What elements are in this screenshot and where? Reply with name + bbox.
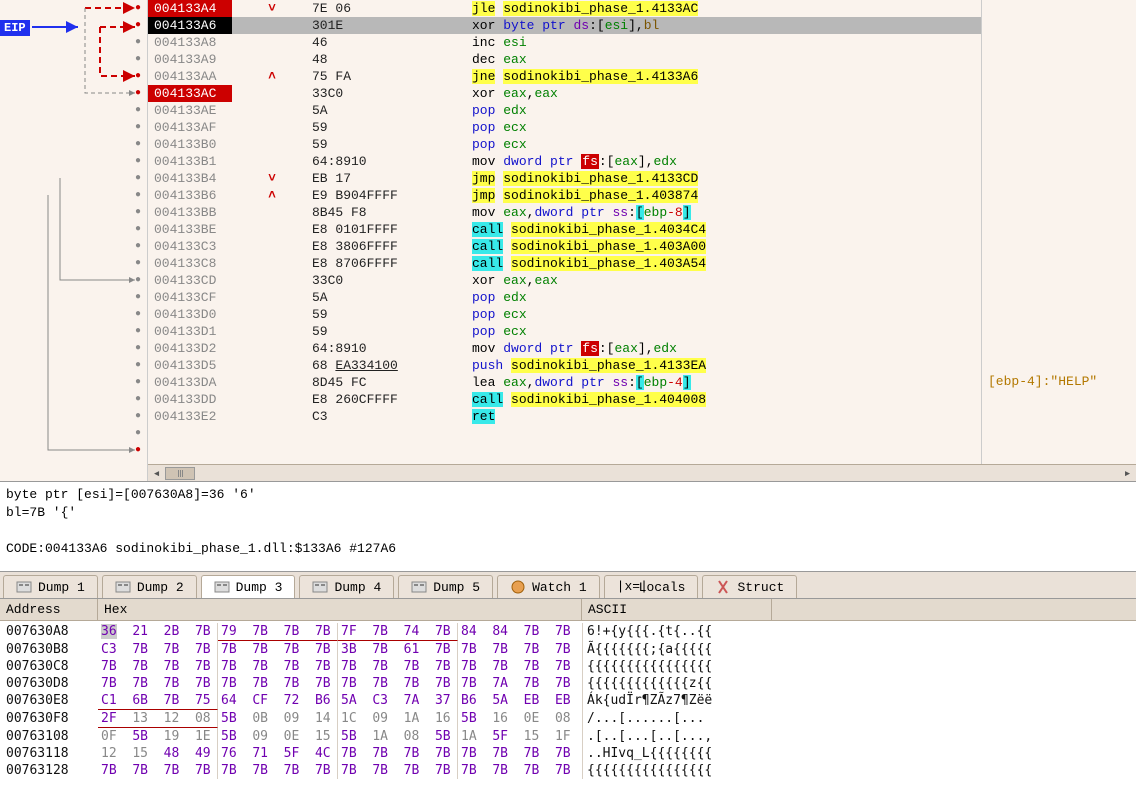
dump-icon xyxy=(115,579,131,595)
comment-column: [ebp-4]:"HELP" xyxy=(981,0,1136,481)
dump-header-address[interactable]: Address xyxy=(0,599,98,620)
cfg-gutter: EIP ●●●●●●●●●●●●●●●●●●●●●●●●●●● xyxy=(0,0,148,481)
disasm-row[interactable]: 004133D568 EA334100push sodinokibi_phase… xyxy=(148,357,981,374)
disasm-row[interactable]: 004133AE5Apop edx xyxy=(148,102,981,119)
disasm-row[interactable]: 004133CD33C0xor eax,eax xyxy=(148,272,981,289)
dump-row[interactable]: 007630E8C1 6B 7B 7564 CF 72 B65A C3 7A 3… xyxy=(0,692,1136,710)
horizontal-scrollbar[interactable]: ◂ ▸ xyxy=(148,464,1136,481)
tab-dump5[interactable]: Dump 5 xyxy=(398,575,493,598)
disasm-row[interactable]: 004133E2C3ret xyxy=(148,408,981,425)
watch-icon xyxy=(510,579,526,595)
dump-icon xyxy=(214,579,230,595)
disasm-row[interactable]: 004133BEE8 0101FFFFcall sodinokibi_phase… xyxy=(148,221,981,238)
disasm-row[interactable]: 004133AF59pop ecx xyxy=(148,119,981,136)
dump-row[interactable]: 007630A836 21 2B 7B79 7B 7B 7B7F 7B 74 7… xyxy=(0,623,1136,641)
dump-tabs: Dump 1Dump 2Dump 3Dump 4Dump 5Watch 1|x=… xyxy=(0,572,1136,599)
dump-header-ascii[interactable]: ASCII xyxy=(582,599,772,620)
disasm-row[interactable]: 004133C3E8 3806FFFFcall sodinokibi_phase… xyxy=(148,238,981,255)
disasm-row[interactable]: 004133D159pop ecx xyxy=(148,323,981,340)
dump-row[interactable]: 007630D87B 7B 7B 7B7B 7B 7B 7B7B 7B 7B 7… xyxy=(0,675,1136,692)
cfg-arrows xyxy=(0,0,147,481)
dump-row[interactable]: 007631080F 5B 19 1E5B 09 0E 155B 1A 08 5… xyxy=(0,728,1136,745)
dump-header-hex[interactable]: Hex xyxy=(98,599,582,620)
scroll-thumb[interactable] xyxy=(165,467,195,480)
tab-dump4[interactable]: Dump 4 xyxy=(299,575,394,598)
dump-row[interactable]: 007631287B 7B 7B 7B7B 7B 7B 7B7B 7B 7B 7… xyxy=(0,762,1136,779)
tab-locals[interactable]: |x=|Locals xyxy=(604,575,699,598)
disasm-row[interactable]: 004133CF5Apop edx xyxy=(148,289,981,306)
info-panel: byte ptr [esi]=[007630A8]=36 '6' bl=7B '… xyxy=(0,482,1136,572)
tab-dump3[interactable]: Dump 3 xyxy=(201,575,296,598)
disasm-row[interactable]: 004133DDE8 260CFFFFcall sodinokibi_phase… xyxy=(148,391,981,408)
dump-icon xyxy=(16,579,32,595)
disasm-row[interactable]: 004133B164:8910mov dword ptr fs:[eax],ed… xyxy=(148,153,981,170)
disasm-row[interactable]: 004133AC33C0xor eax,eax xyxy=(148,85,981,102)
dump-row[interactable]: 007630C87B 7B 7B 7B7B 7B 7B 7B7B 7B 7B 7… xyxy=(0,658,1136,675)
disasm-row[interactable]: 004133D059pop ecx xyxy=(148,306,981,323)
tab-struct[interactable]: Struct xyxy=(702,575,797,598)
disasm-row[interactable]: 004133A948dec eax xyxy=(148,51,981,68)
struct-icon xyxy=(715,579,731,595)
disasm-row[interactable]: 004133B4˅EB 17jmp sodinokibi_phase_1.413… xyxy=(148,170,981,187)
scroll-left-icon[interactable]: ◂ xyxy=(148,466,165,481)
dump-panel[interactable]: Address Hex ASCII 007630A836 21 2B 7B79 … xyxy=(0,599,1136,807)
disasm-row[interactable]: 004133B6˄E9 B904FFFFjmp sodinokibi_phase… xyxy=(148,187,981,204)
dump-icon xyxy=(312,579,328,595)
dump-icon xyxy=(411,579,427,595)
disasm-row[interactable]: 004133B059pop ecx xyxy=(148,136,981,153)
tab-dump1[interactable]: Dump 1 xyxy=(3,575,98,598)
tab-watch1[interactable]: Watch 1 xyxy=(497,575,600,598)
dump-row[interactable]: 007630B8C3 7B 7B 7B7B 7B 7B 7B3B 7B 61 7… xyxy=(0,641,1136,658)
disasm-row[interactable]: 004133AA˄75 FAjne sodinokibi_phase_1.413… xyxy=(148,68,981,85)
dump-row[interactable]: 0076311812 15 48 4976 71 5F 4C7B 7B 7B 7… xyxy=(0,745,1136,762)
disasm-row[interactable]: 004133A846inc esi xyxy=(148,34,981,51)
dump-row[interactable]: 007630F82F 13 12 085B 0B 09 141C 09 1A 1… xyxy=(0,710,1136,728)
tab-dump2[interactable]: Dump 2 xyxy=(102,575,197,598)
disasm-row[interactable]: 004133C8E8 8706FFFFcall sodinokibi_phase… xyxy=(148,255,981,272)
disassembly-panel[interactable]: 004133A4˅7E 06jle sodinokibi_phase_1.413… xyxy=(148,0,1136,481)
scroll-right-icon[interactable]: ▸ xyxy=(1119,466,1136,481)
disasm-row[interactable]: 004133A4˅7E 06jle sodinokibi_phase_1.413… xyxy=(148,0,981,17)
locals-icon: |x=| xyxy=(617,579,633,595)
disasm-row[interactable]: 004133A6301Exor byte ptr ds:[esi],bl xyxy=(148,17,981,34)
disasm-row[interactable]: 004133D264:8910mov dword ptr fs:[eax],ed… xyxy=(148,340,981,357)
disasm-row[interactable]: 004133BB8B45 F8mov eax,dword ptr ss:[ebp… xyxy=(148,204,981,221)
disasm-row[interactable]: 004133DA8D45 FClea eax,dword ptr ss:[ebp… xyxy=(148,374,981,391)
